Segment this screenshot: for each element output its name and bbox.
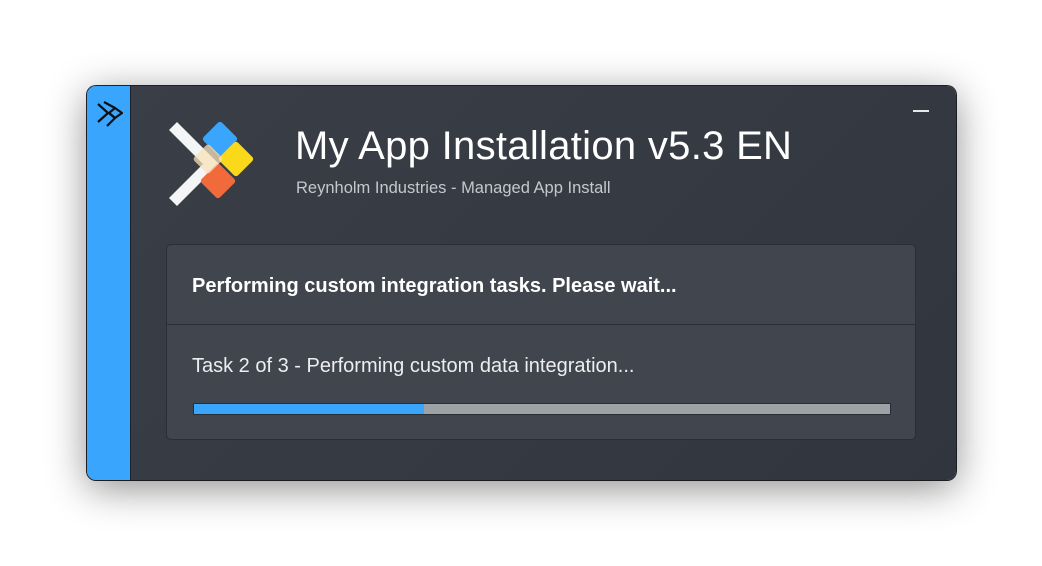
status-panel-header: Performing custom integration tasks. Ple…	[167, 245, 915, 325]
app-logo-icon	[169, 121, 254, 206]
window-subtitle: Reynholm Industries - Managed App Instal…	[296, 179, 611, 197]
task-status-text: Task 2 of 3 - Performing custom data int…	[192, 355, 635, 377]
minimize-icon	[913, 110, 929, 112]
minimize-button[interactable]	[906, 100, 936, 122]
sidebar	[87, 86, 131, 480]
installer-window: My App Installation v5.3 EN Reynholm Ind…	[87, 86, 956, 480]
status-header-text: Performing custom integration tasks. Ple…	[192, 275, 677, 297]
progress-bar	[193, 403, 891, 415]
window-title: My App Installation v5.3 EN	[295, 124, 793, 168]
status-panel: Performing custom integration tasks. Ple…	[166, 244, 916, 440]
app-chevron-icon	[97, 101, 124, 127]
progress-bar-fill	[194, 404, 424, 414]
